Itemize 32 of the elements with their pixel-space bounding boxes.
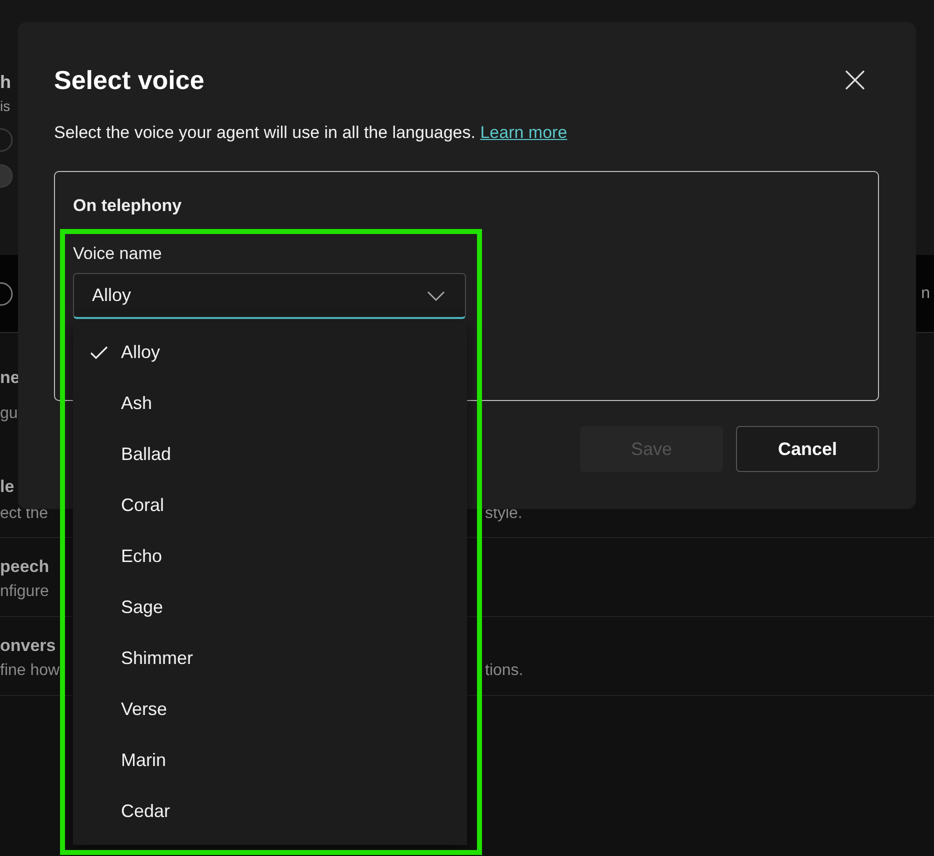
section-title: h bbox=[0, 71, 11, 94]
section-title: On telephony bbox=[73, 195, 182, 217]
setting-description: fine how bbox=[0, 661, 60, 681]
setting-description: tions. bbox=[485, 661, 524, 681]
dropdown-option[interactable]: Verse bbox=[73, 684, 467, 735]
close-icon bbox=[844, 69, 866, 91]
chevron-icon bbox=[427, 290, 445, 300]
dropdown-option[interactable]: Echo bbox=[73, 531, 467, 582]
tab-label: n bbox=[921, 284, 930, 302]
dropdown-option[interactable]: Cedar bbox=[73, 786, 467, 837]
setting-description: style. bbox=[485, 504, 522, 524]
dropdown-option[interactable]: Alloy bbox=[73, 327, 467, 378]
setting-description: nfigure bbox=[0, 582, 49, 602]
setting-title: peech bbox=[0, 556, 50, 578]
section-description: is bbox=[0, 97, 10, 116]
setting-title: onvers bbox=[0, 635, 56, 657]
cancel-button[interactable]: Cancel bbox=[736, 426, 879, 472]
dialog-title: Select voice bbox=[54, 64, 204, 96]
setting-description: gu bbox=[0, 404, 18, 424]
setting-title: le bbox=[0, 476, 14, 498]
voice-dropdown[interactable]: Alloy bbox=[73, 273, 466, 319]
dropdown-option[interactable]: Ballad bbox=[73, 429, 467, 480]
dropdown-option[interactable]: Coral bbox=[73, 480, 467, 531]
field-label: Voice name bbox=[73, 243, 162, 265]
dropdown-option[interactable]: Marin bbox=[73, 735, 467, 786]
dropdown-option[interactable]: Ash bbox=[73, 378, 467, 429]
close-button[interactable] bbox=[844, 69, 866, 91]
dropdown-option[interactable]: Shimmer bbox=[73, 633, 467, 684]
dropdown-option[interactable]: Sage bbox=[73, 582, 467, 633]
dialog-description: Select the voice your agent will use in all the languages. Learn more bbox=[54, 122, 568, 144]
checkmark-icon bbox=[90, 346, 108, 360]
learn-more-link[interactable]: Learn more bbox=[480, 123, 568, 142]
